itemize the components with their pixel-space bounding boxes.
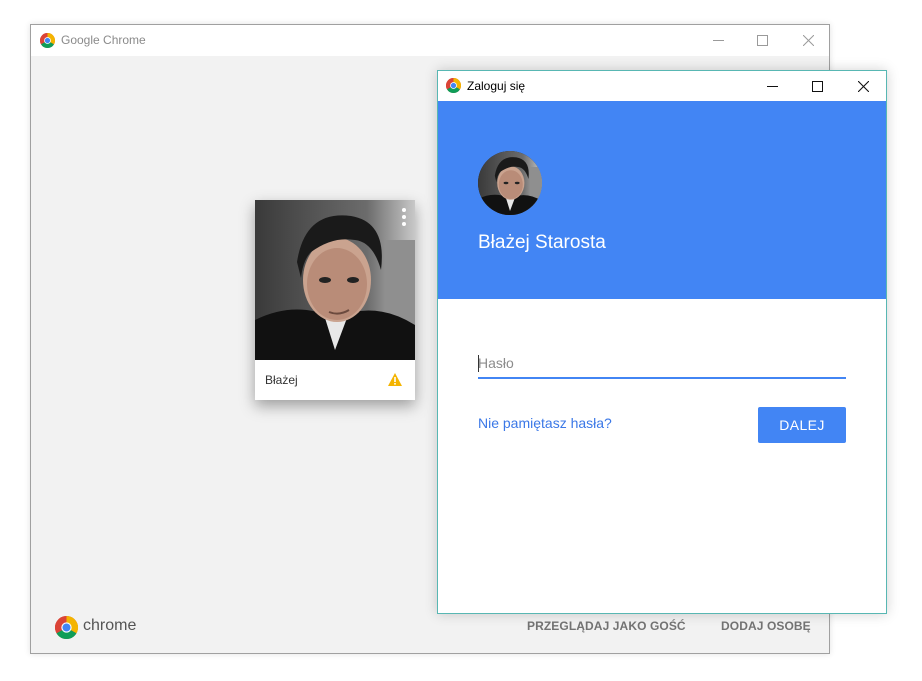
password-field[interactable]: [478, 349, 846, 379]
maximize-icon: [756, 35, 768, 46]
dialog-title: Zaloguj się: [467, 79, 526, 93]
profile-card[interactable]: Błażej: [255, 200, 415, 400]
close-icon: [802, 35, 814, 46]
profile-photo: [255, 200, 415, 360]
account-name: Błażej Starosta: [478, 232, 606, 253]
close-button[interactable]: [785, 25, 831, 56]
warning-triangle-icon: [388, 373, 402, 386]
chrome-icon: [40, 33, 55, 48]
dialog-minimize-button[interactable]: [749, 71, 795, 101]
window-title: Google Chrome: [61, 33, 146, 47]
minimize-icon: [766, 85, 778, 87]
dialog-maximize-button[interactable]: [794, 71, 840, 101]
dialog-close-button[interactable]: [840, 71, 886, 101]
forgot-password-link[interactable]: Nie pamiętasz hasła?: [478, 415, 612, 431]
add-person-button[interactable]: DODAJ OSOBĘ: [721, 619, 811, 633]
chrome-icon: [446, 78, 461, 93]
account-header: Błażej Starosta: [438, 101, 886, 299]
sign-in-dialog: Zaloguj się Błażej Starosta Nie pamiętas…: [437, 70, 887, 614]
dialog-title-bar: Zaloguj się: [438, 71, 886, 101]
avatar: [478, 151, 542, 215]
title-bar: Google Chrome: [31, 25, 829, 56]
avatar-image: [478, 151, 542, 215]
profile-name: Błażej: [265, 373, 298, 387]
maximize-button[interactable]: [739, 25, 785, 56]
text-caret: [478, 355, 479, 372]
browse-as-guest-button[interactable]: PRZEGLĄDAJ JAKO GOŚĆ: [527, 619, 686, 633]
close-icon: [857, 80, 869, 92]
maximize-icon: [811, 80, 823, 92]
minimize-button[interactable]: [695, 25, 741, 56]
more-vert-icon: [402, 208, 406, 212]
profile-photo-image: [255, 200, 415, 360]
chrome-wordmark: chrome: [83, 617, 137, 634]
minimize-icon: [712, 40, 724, 41]
next-button[interactable]: DALEJ: [758, 407, 846, 443]
chrome-logo-icon: [55, 616, 78, 639]
profile-menu-button[interactable]: [401, 208, 407, 226]
